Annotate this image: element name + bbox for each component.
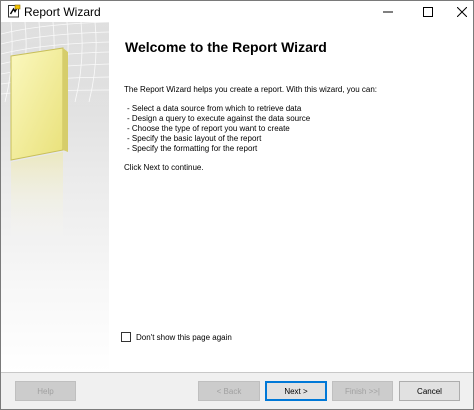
title-bar[interactable]: Report Wizard: [1, 1, 473, 22]
continue-instruction: Click Next to continue.: [124, 163, 204, 172]
help-button[interactable]: Help: [15, 381, 76, 401]
next-button[interactable]: Next >: [265, 381, 327, 401]
intro-text: The Report Wizard helps you create a rep…: [124, 85, 377, 94]
report-wizard-window: Report Wizard Welcome to the Report Wiza…: [0, 0, 474, 410]
button-bar: Help < Back Next > Finish >>| Cancel: [1, 373, 473, 409]
list-item: - Select a data source from which to ret…: [127, 104, 302, 113]
wizard-side-graphic: [1, 22, 109, 372]
close-icon: [457, 6, 467, 17]
list-item: - Choose the type of report you want to …: [127, 124, 290, 133]
feature-list: - Select a data source from which to ret…: [127, 104, 310, 154]
maximize-icon: [423, 6, 433, 17]
back-button[interactable]: < Back: [198, 381, 260, 401]
list-item: - Specify the basic layout of the report: [127, 134, 262, 143]
list-item: - Specify the formatting for the report: [127, 144, 258, 153]
finish-button[interactable]: Finish >>|: [332, 381, 393, 401]
wizard-banner-image: [1, 22, 109, 247]
close-button[interactable]: [445, 1, 473, 22]
minimize-button[interactable]: [371, 1, 405, 22]
dont-show-checkbox[interactable]: [121, 332, 131, 342]
report-wizard-app-icon: [8, 4, 21, 18]
minimize-icon: [383, 11, 393, 12]
wizard-content: Welcome to the Report Wizard The Report …: [109, 22, 473, 372]
list-item: - Design a query to execute against the …: [127, 114, 311, 123]
maximize-button[interactable]: [411, 1, 445, 22]
dont-show-option[interactable]: Don't show this page again: [121, 332, 232, 342]
page-title: Welcome to the Report Wizard: [125, 39, 327, 55]
cancel-button[interactable]: Cancel: [399, 381, 460, 401]
window-title: Report Wizard: [24, 5, 101, 19]
dont-show-label[interactable]: Don't show this page again: [136, 333, 232, 342]
